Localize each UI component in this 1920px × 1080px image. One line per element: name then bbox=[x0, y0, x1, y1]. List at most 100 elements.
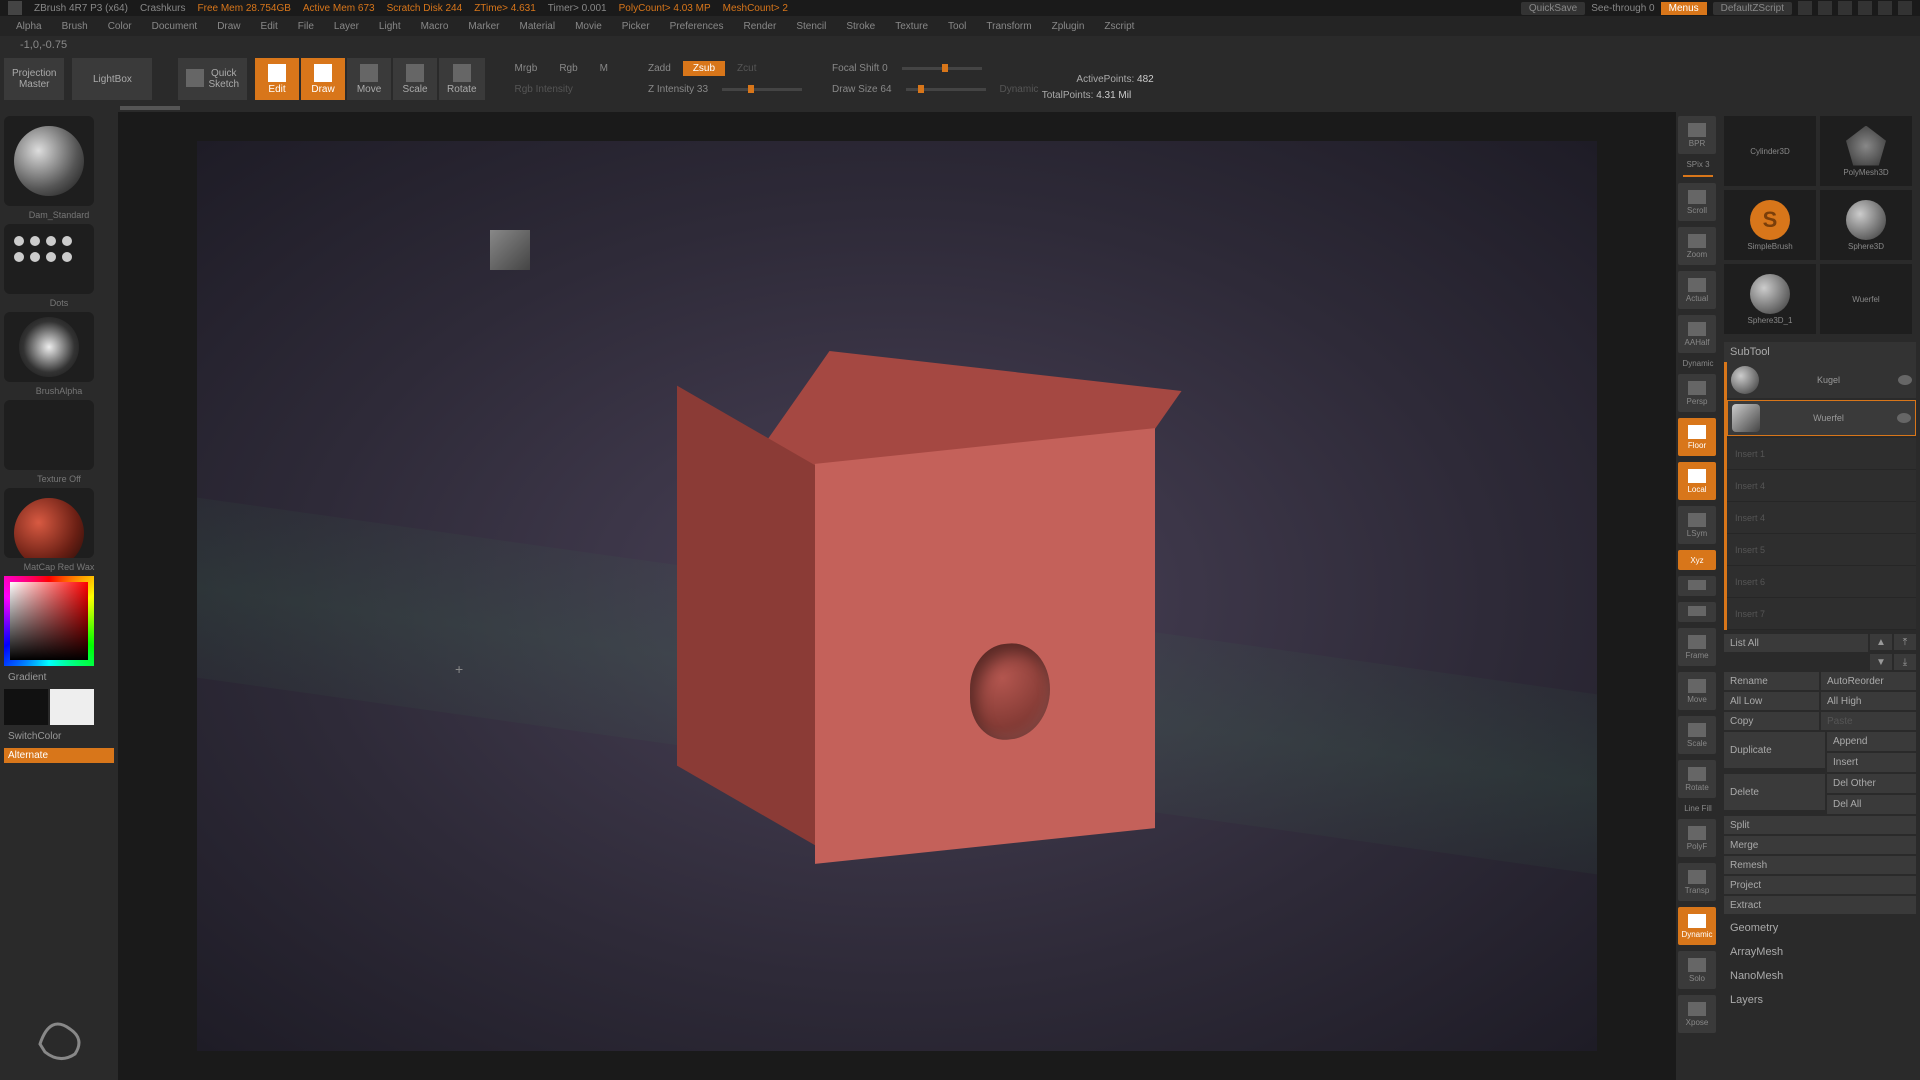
subtool-header[interactable]: SubTool bbox=[1724, 342, 1916, 362]
maximize-icon[interactable] bbox=[1878, 1, 1892, 15]
projection-master-button[interactable]: Projection Master bbox=[4, 58, 64, 100]
alpha-selector[interactable] bbox=[4, 312, 94, 382]
zoom-button[interactable]: Zoom bbox=[1678, 227, 1716, 265]
xpose-button[interactable]: Xpose bbox=[1678, 995, 1716, 1033]
menu-light[interactable]: Light bbox=[369, 21, 411, 32]
menu-stroke[interactable]: Stroke bbox=[836, 21, 885, 32]
gradient-button[interactable]: Gradient bbox=[4, 670, 114, 685]
stroke-selector[interactable] bbox=[4, 224, 94, 294]
switch-color-button[interactable]: SwitchColor bbox=[4, 729, 114, 744]
menu-color[interactable]: Color bbox=[98, 21, 142, 32]
quicksave-button[interactable]: QuickSave bbox=[1521, 2, 1585, 15]
menu-render[interactable]: Render bbox=[734, 21, 787, 32]
arraymesh-section[interactable]: ArrayMesh bbox=[1724, 942, 1916, 962]
window-control-2[interactable] bbox=[1818, 1, 1832, 15]
menu-draw[interactable]: Draw bbox=[207, 21, 250, 32]
zsub-button[interactable]: Zsub bbox=[683, 61, 725, 76]
menu-transform[interactable]: Transform bbox=[976, 21, 1041, 32]
project-section[interactable]: Project bbox=[1724, 876, 1916, 894]
copy-button[interactable]: Copy bbox=[1724, 712, 1819, 730]
merge-section[interactable]: Merge bbox=[1724, 836, 1916, 854]
eye-icon[interactable] bbox=[1897, 413, 1911, 423]
subtool-slot[interactable]: Insert 4 bbox=[1727, 502, 1916, 534]
menu-preferences[interactable]: Preferences bbox=[660, 21, 734, 32]
subtool-slot[interactable]: Insert 6 bbox=[1727, 566, 1916, 598]
del-all-button[interactable]: Del All bbox=[1827, 795, 1916, 814]
menu-layer[interactable]: Layer bbox=[324, 21, 369, 32]
tool-cylinder[interactable]: Cylinder3D bbox=[1724, 116, 1816, 186]
all-low-button[interactable]: All Low bbox=[1724, 692, 1819, 710]
move-down-button[interactable]: ▼ bbox=[1870, 654, 1892, 670]
del-other-button[interactable]: Del Other bbox=[1827, 774, 1916, 793]
menu-texture[interactable]: Texture bbox=[885, 21, 938, 32]
menu-picker[interactable]: Picker bbox=[612, 21, 660, 32]
alternate-button[interactable]: Alternate bbox=[4, 748, 114, 763]
paste-button[interactable]: Paste bbox=[1821, 712, 1916, 730]
menu-file[interactable]: File bbox=[288, 21, 324, 32]
brush-selector[interactable] bbox=[4, 116, 94, 206]
autoreorder-button[interactable]: AutoReorder bbox=[1821, 672, 1916, 690]
move-bottom-button[interactable]: ⤓ bbox=[1894, 654, 1916, 670]
menu-material[interactable]: Material bbox=[510, 21, 566, 32]
menu-brush[interactable]: Brush bbox=[52, 21, 98, 32]
move-up-button[interactable]: ▲ bbox=[1870, 634, 1892, 650]
default-script[interactable]: DefaultZScript bbox=[1713, 2, 1792, 15]
zcut-button[interactable]: Zcut bbox=[727, 61, 766, 76]
tool-simplebrush[interactable]: SSimpleBrush bbox=[1724, 190, 1816, 260]
layers-section[interactable]: Layers bbox=[1724, 990, 1916, 1010]
minimize-icon[interactable] bbox=[1858, 1, 1872, 15]
all-high-button[interactable]: All High bbox=[1821, 692, 1916, 710]
rgb-intensity-slider[interactable]: Rgb Intensity bbox=[505, 82, 619, 97]
nav-rotate-button[interactable]: Rotate bbox=[1678, 760, 1716, 798]
shelf-scroll[interactable] bbox=[0, 104, 1920, 112]
see-through-slider[interactable]: See-through 0 bbox=[1591, 3, 1654, 14]
viewport[interactable]: + bbox=[197, 141, 1597, 1051]
tool-polymesh[interactable]: PolyMesh3D bbox=[1820, 116, 1912, 186]
bw-swatches[interactable] bbox=[4, 689, 114, 725]
persp-button[interactable]: Persp bbox=[1678, 374, 1716, 412]
material-selector[interactable] bbox=[4, 488, 94, 558]
lightbox-button[interactable]: LightBox bbox=[72, 58, 152, 100]
menu-zplugin[interactable]: Zplugin bbox=[1042, 21, 1095, 32]
dynamic-toggle[interactable]: Dynamic bbox=[990, 82, 1049, 97]
polyf-button[interactable]: PolyF bbox=[1678, 819, 1716, 857]
rgb-button[interactable]: Rgb bbox=[549, 61, 587, 76]
edit-mode-button[interactable]: Edit bbox=[255, 58, 299, 100]
menu-movie[interactable]: Movie bbox=[565, 21, 612, 32]
subtool-slot[interactable]: Insert 5 bbox=[1727, 534, 1916, 566]
subtool-kugel[interactable]: Kugel bbox=[1727, 362, 1916, 398]
dynamic2-button[interactable]: Dynamic bbox=[1678, 907, 1716, 945]
subtool-wuerfel[interactable]: Wuerfel bbox=[1727, 400, 1916, 436]
solo-button[interactable]: Solo bbox=[1678, 951, 1716, 989]
rot-z-button[interactable] bbox=[1678, 602, 1716, 622]
remesh-section[interactable]: Remesh bbox=[1724, 856, 1916, 874]
z-intensity-slider[interactable]: Z Intensity 33 bbox=[638, 82, 718, 97]
window-control-3[interactable] bbox=[1838, 1, 1852, 15]
aahalf-button[interactable]: AAHalf bbox=[1678, 315, 1716, 353]
mrgb-button[interactable]: Mrgb bbox=[505, 61, 548, 76]
menu-edit[interactable]: Edit bbox=[251, 21, 288, 32]
tool-sphere-1[interactable]: Sphere3D_1 bbox=[1724, 264, 1816, 334]
nav-scale-button[interactable]: Scale bbox=[1678, 716, 1716, 754]
delete-button[interactable]: Delete bbox=[1724, 774, 1825, 810]
tool-wuerfel[interactable]: Wuerfel bbox=[1820, 264, 1912, 334]
draw-size-slider[interactable]: Draw Size 64 bbox=[822, 82, 901, 97]
canvas-area[interactable]: + bbox=[118, 112, 1676, 1080]
insert-button[interactable]: Insert bbox=[1827, 753, 1916, 772]
menu-stencil[interactable]: Stencil bbox=[786, 21, 836, 32]
actual-button[interactable]: Actual bbox=[1678, 271, 1716, 309]
split-section[interactable]: Split bbox=[1724, 816, 1916, 834]
append-button[interactable]: Append bbox=[1827, 732, 1916, 751]
texture-selector[interactable] bbox=[4, 400, 94, 470]
tool-sphere[interactable]: Sphere3D bbox=[1820, 190, 1912, 260]
duplicate-button[interactable]: Duplicate bbox=[1724, 732, 1825, 768]
geometry-section[interactable]: Geometry bbox=[1724, 918, 1916, 938]
frame-button[interactable]: Frame bbox=[1678, 628, 1716, 666]
color-picker[interactable] bbox=[4, 576, 94, 666]
subtool-slot[interactable]: Insert 7 bbox=[1727, 598, 1916, 630]
xyz-button[interactable]: Xyz bbox=[1678, 550, 1716, 570]
zadd-button[interactable]: Zadd bbox=[638, 61, 681, 76]
scroll-button[interactable]: Scroll bbox=[1678, 183, 1716, 221]
m-button[interactable]: M bbox=[590, 61, 618, 76]
menu-macro[interactable]: Macro bbox=[411, 21, 459, 32]
